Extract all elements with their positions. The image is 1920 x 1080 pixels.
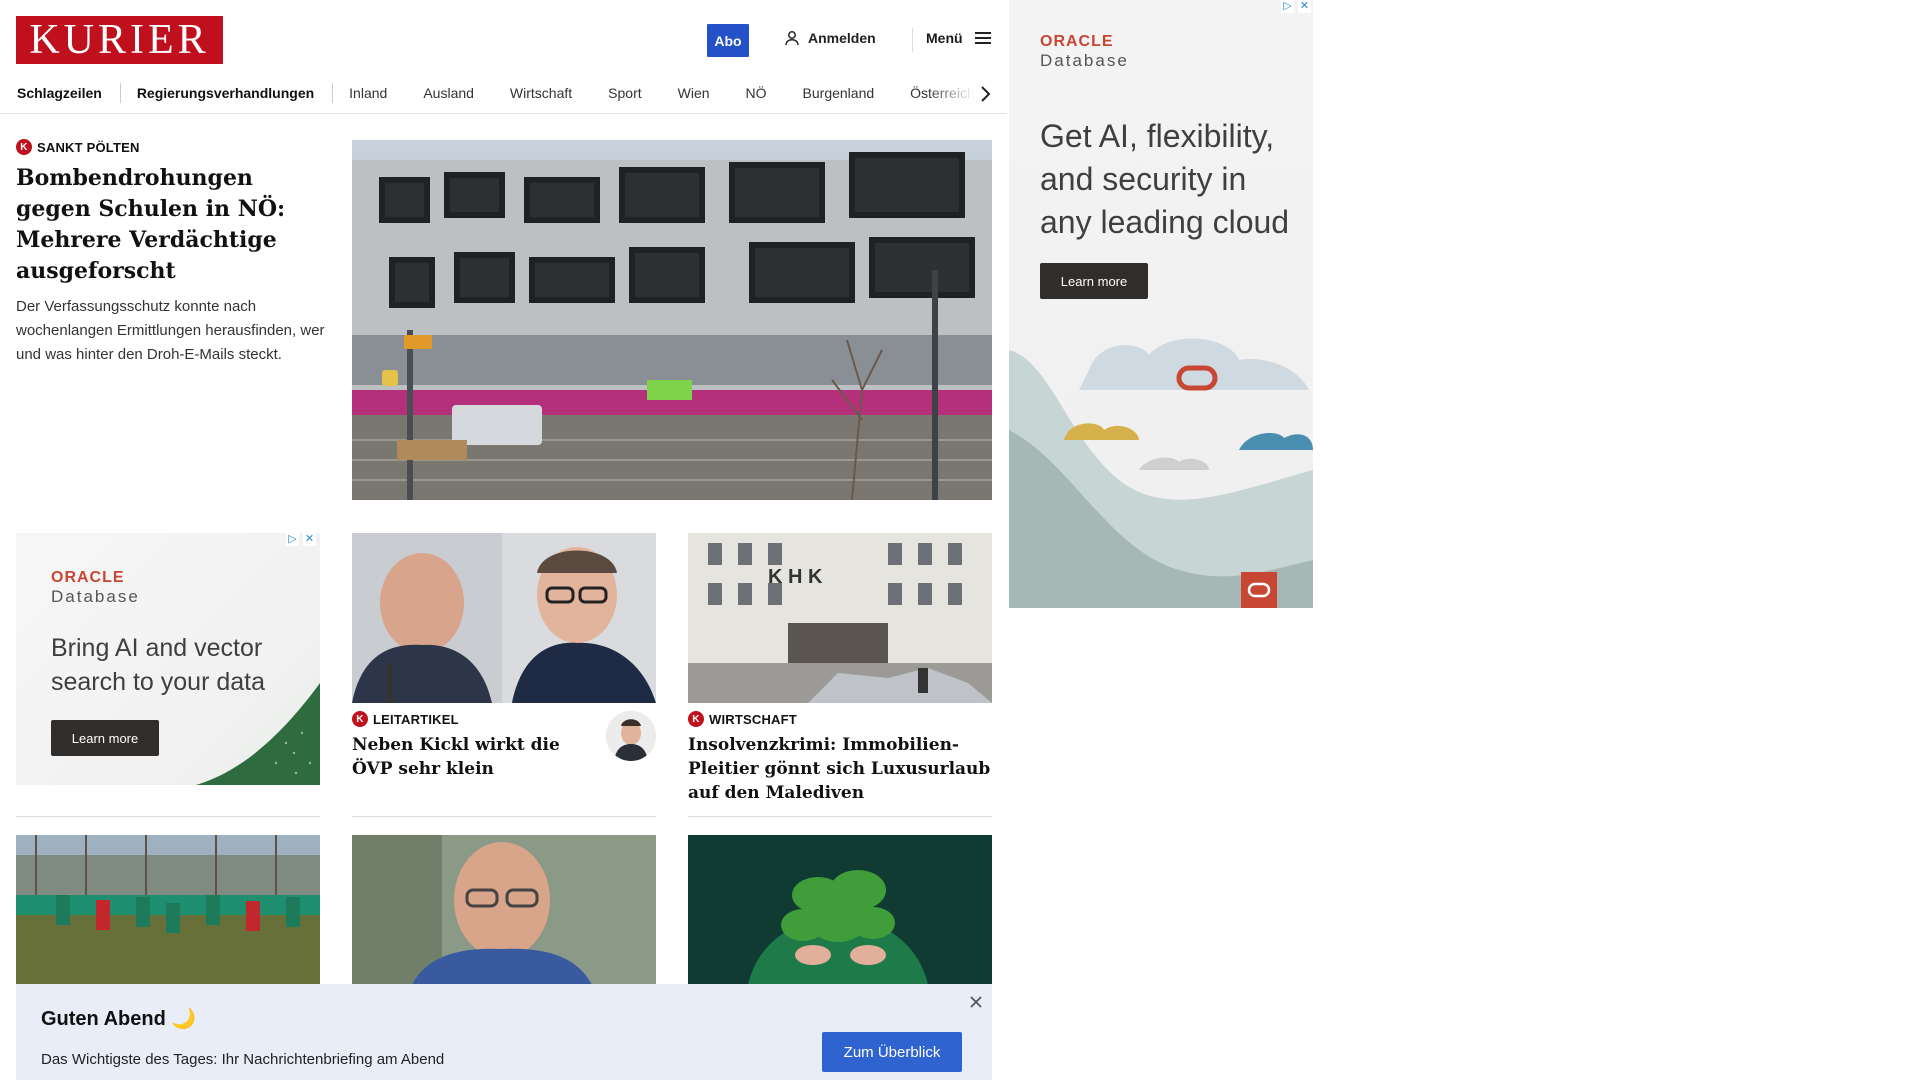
divider — [16, 816, 320, 817]
author-portrait — [606, 711, 656, 761]
hotel-building-illustration: K H K — [688, 533, 992, 703]
oracle-ad-small[interactable]: ▷ ✕ ORACLE Database Bring AI and vector … — [16, 533, 320, 785]
ad-landscape-illustration — [1009, 338, 1313, 608]
nav-divider — [332, 83, 334, 103]
teaser-photo-hotel[interactable]: K H K — [688, 533, 992, 703]
teaser-headline[interactable]: Insolvenzkrimi: Immobilien-Pleitier gönn… — [688, 733, 992, 805]
teaser-photo-portrait[interactable] — [352, 835, 656, 985]
teaser-kicker-label: WIRTSCHAFT — [709, 711, 797, 727]
nav-divider — [119, 83, 121, 103]
lead-kicker-label: SANKT PÖLTEN — [37, 139, 140, 155]
section-nav: Schlagzeilen Regierungsverhandlungen Inl… — [0, 76, 1007, 114]
ad-brand-database: Database — [51, 587, 140, 606]
divider — [352, 816, 656, 817]
ad-brand-database: Database — [1040, 51, 1129, 70]
teaser-photo-spinach[interactable] — [688, 835, 992, 985]
ad-close-icon[interactable]: ✕ — [1298, 0, 1311, 13]
lead-headline[interactable]: Bombendrohungen gegen Schulen in NÖ: Meh… — [16, 163, 326, 287]
close-icon[interactable] — [966, 992, 986, 1012]
ad-brand-oracle: ORACLE — [1040, 33, 1114, 50]
menu-label: Menü — [926, 30, 963, 46]
author-avatar — [606, 711, 656, 761]
school-building-illustration — [352, 140, 992, 500]
lead-teaser: Der Verfassungsschutz konnte nach wochen… — [16, 298, 325, 363]
menu-button[interactable]: Menü — [926, 30, 991, 46]
spinach-illustration — [688, 835, 992, 985]
nav-item-ausland[interactable]: Ausland — [423, 85, 474, 101]
banner-title: Guten Abend 🌙 — [41, 1008, 197, 1030]
teaser-wirtschaft[interactable]: K WIRTSCHAFT Insolvenzkrimi: Immobilien-… — [688, 711, 992, 805]
login-link[interactable]: Anmelden — [784, 30, 876, 46]
nav-fade — [927, 76, 1007, 113]
login-label: Anmelden — [808, 30, 876, 46]
teaser-photo-football-training[interactable] — [16, 835, 320, 985]
kurier-k-icon: K — [688, 711, 704, 727]
nav-item-wien[interactable]: Wien — [678, 85, 710, 101]
nav-item-noe[interactable]: NÖ — [746, 85, 767, 101]
teaser-kicker: K WIRTSCHAFT — [688, 711, 992, 727]
abo-button[interactable]: Abo — [707, 24, 749, 57]
kurier-k-icon: K — [352, 711, 368, 727]
teaser-kicker-label: LEITARTIKEL — [373, 711, 459, 727]
divider — [688, 816, 992, 817]
politicians-illustration — [352, 533, 656, 703]
kurier-page: KURIER Abo Anmelden Menü Schlagzeilen Re… — [0, 0, 1007, 1080]
ad-copy: Get AI, flexibility, and security in any… — [1040, 118, 1290, 240]
evening-briefing-banner: Guten Abend 🌙 Das Wichtigste des Tages: … — [16, 984, 992, 1080]
ad-learn-more-button[interactable]: Learn more — [1040, 263, 1148, 299]
ad-choices[interactable]: ▷ ✕ — [1281, 0, 1311, 13]
ad-choices[interactable]: ▷ ✕ — [286, 533, 316, 546]
lead-photo-school-building[interactable] — [352, 140, 992, 500]
football-training-illustration — [16, 835, 320, 985]
header-divider — [912, 28, 913, 52]
nav-item-regierungsverhandlungen[interactable]: Regierungsverhandlungen — [137, 85, 314, 101]
hamburger-icon — [974, 32, 991, 44]
user-icon — [785, 31, 799, 46]
zum-ueberblick-button[interactable]: Zum Überblick — [822, 1032, 962, 1072]
nav-item-burgenland[interactable]: Burgenland — [803, 85, 875, 101]
chevron-right-icon[interactable] — [975, 84, 995, 104]
kurier-k-icon: K — [16, 139, 32, 155]
lead-article[interactable]: K SANKT PÖLTEN Bombendrohungen gegen Sch… — [16, 139, 326, 367]
portrait-illustration — [352, 835, 656, 985]
oracle-ad-large[interactable]: ▷ ✕ ORACLE Database Get AI, flexibility,… — [1009, 0, 1313, 608]
banner-text: Das Wichtigste des Tages: Ihr Nachrichte… — [41, 1051, 445, 1068]
ad-decoration — [196, 683, 320, 785]
teaser-headline[interactable]: Neben Kickl wirkt die ÖVP sehr klein — [352, 733, 592, 781]
teaser-photo-politicians[interactable] — [352, 533, 656, 703]
nav-item-inland[interactable]: Inland — [349, 85, 387, 101]
ad-learn-more-button[interactable]: Learn more — [51, 720, 159, 756]
nav-item-wirtschaft[interactable]: Wirtschaft — [510, 85, 572, 101]
ad-close-icon[interactable]: ✕ — [303, 533, 316, 546]
adchoices-play-icon[interactable]: ▷ — [1281, 0, 1294, 13]
nav-item-schlagzeilen[interactable]: Schlagzeilen — [17, 85, 102, 101]
nav-item-sport[interactable]: Sport — [608, 85, 641, 101]
ad-brand-oracle: ORACLE — [51, 569, 125, 586]
adchoices-play-icon[interactable]: ▷ — [286, 533, 299, 546]
lead-kicker: K SANKT PÖLTEN — [16, 139, 326, 155]
facade-letters: K H K — [768, 566, 823, 588]
kurier-logo[interactable]: KURIER — [16, 16, 223, 64]
